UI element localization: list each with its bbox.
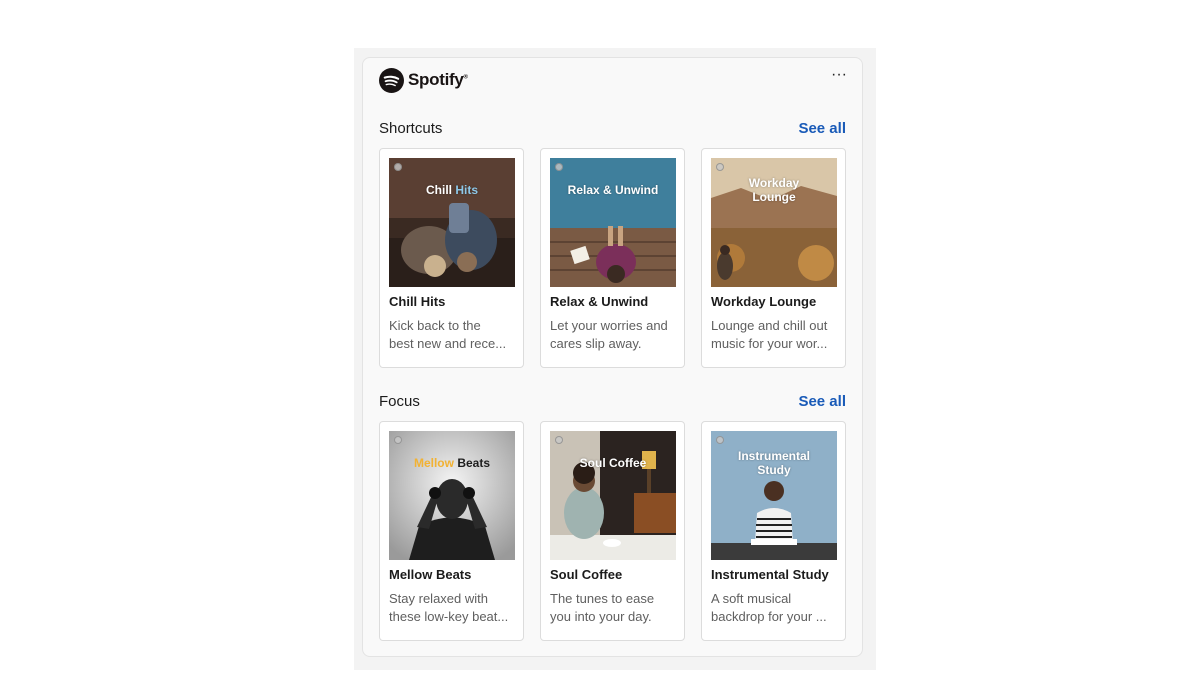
card-description: Kick back to the best new and rece...: [389, 318, 507, 351]
widget-backdrop: Spotify® ··· Shortcuts See all Chill Hit…: [354, 48, 876, 670]
cover-title: Mellow Beats: [413, 456, 491, 470]
cover-badge-icon: [555, 436, 563, 444]
cover-badge-icon: [555, 163, 563, 171]
card-title: Soul Coffee: [550, 567, 623, 582]
cover-badge-icon: [716, 163, 724, 171]
cover-badge-icon: [394, 436, 402, 444]
card-title: Workday Lounge: [711, 294, 817, 309]
focus-card-row: Mellow Beats Mellow Beats Stay relaxed w…: [379, 421, 846, 641]
playlist-card-soul-coffee[interactable]: Soul Coffee Soul Coffee The tunes to eas…: [540, 421, 685, 641]
playlist-card-chill-hits[interactable]: Chill Hits Chill Hits Kick back to the b…: [379, 148, 524, 368]
playlist-cover-workday-lounge: Workday Lounge: [711, 158, 837, 287]
spotify-widget: Spotify® ··· Shortcuts See all Chill Hit…: [362, 57, 863, 657]
playlist-cover-chill-hits: Chill Hits: [389, 158, 515, 287]
cover-badge-icon: [716, 436, 724, 444]
playlist-cover-mellow-beats: Mellow Beats: [389, 431, 515, 560]
playlist-cover-instrumental-study: Instrumental Study: [711, 431, 837, 560]
widget-header: Spotify®: [379, 67, 468, 93]
playlist-card-workday-lounge[interactable]: Workday Lounge Workday Lounge Lounge and…: [701, 148, 846, 368]
playlist-card-mellow-beats[interactable]: Mellow Beats Mellow Beats Stay relaxed w…: [379, 421, 524, 641]
card-description: The tunes to ease you into your day.: [550, 591, 655, 624]
cover-badge-icon: [394, 163, 402, 171]
see-all-focus-link[interactable]: See all: [798, 393, 846, 410]
playlist-cover-relax-unwind: Relax & Unwind: [550, 158, 676, 287]
spotify-logo-icon: [379, 67, 404, 93]
section-title-shortcuts: Shortcuts: [379, 120, 443, 137]
cover-title: Soul Coffee: [579, 456, 647, 470]
section-title-focus: Focus: [379, 393, 420, 410]
card-title: Instrumental Study: [711, 567, 829, 582]
shortcuts-card-row: Chill Hits Chill Hits Kick back to the b…: [379, 148, 846, 368]
card-title: Relax & Unwind: [550, 294, 649, 309]
card-title: Chill Hits: [389, 294, 446, 309]
card-description: Lounge and chill out music for your wor.…: [711, 318, 828, 351]
brand-name: Spotify®: [408, 70, 468, 89]
registered-mark: ®: [463, 74, 468, 81]
playlist-cover-soul-coffee: Soul Coffee: [550, 431, 676, 560]
see-all-shortcuts-link[interactable]: See all: [798, 120, 846, 137]
playlist-card-instrumental-study[interactable]: Instrumental Study Instrumental Study A …: [701, 421, 846, 641]
card-description: Stay relaxed with these low-key beat...: [389, 591, 509, 624]
playlist-card-relax-unwind[interactable]: Relax & Unwind Relax & Unwind Let your w…: [540, 148, 685, 368]
cover-title: Relax & Unwind: [567, 183, 659, 197]
card-title: Mellow Beats: [389, 567, 472, 582]
cover-title: Chill Hits: [425, 183, 478, 197]
more-options-icon[interactable]: ···: [828, 67, 850, 88]
card-description: Let your worries and cares slip away.: [550, 318, 668, 351]
cover-title: Workday Lounge: [748, 176, 800, 204]
card-description: A soft musical backdrop for your ...: [711, 591, 827, 624]
cover-title: Instrumental Study: [737, 449, 810, 477]
